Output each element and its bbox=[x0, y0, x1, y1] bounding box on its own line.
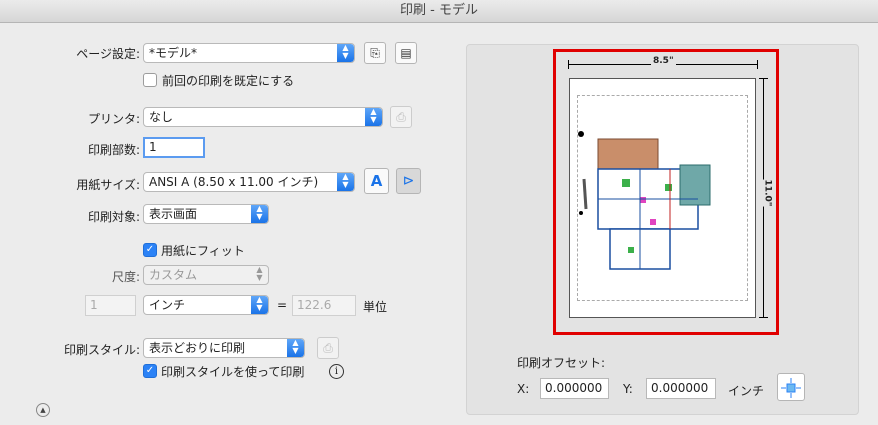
height-label: 11.0" bbox=[762, 179, 773, 207]
plot-style-edit-icon[interactable]: ⎙ bbox=[317, 337, 339, 359]
paper-preview bbox=[569, 78, 756, 318]
offset-y-label: Y: bbox=[623, 382, 633, 396]
chevron-updown-icon: ▲ ▼ bbox=[256, 265, 263, 282]
chevron-updown-icon: ▲ ▼ bbox=[337, 173, 354, 191]
page-setup-label: ページ設定: bbox=[76, 47, 140, 61]
preview-highlight: 8.5" 11.0" bbox=[553, 49, 779, 335]
offset-x-field[interactable]: 0.000000 bbox=[540, 378, 609, 399]
offset-x-label: X: bbox=[517, 382, 530, 396]
portrait-orientation-icon[interactable]: A bbox=[364, 168, 389, 194]
info-icon[interactable]: i bbox=[329, 364, 344, 379]
window-title: 印刷 - モデル bbox=[0, 0, 878, 23]
plot-style-label: 印刷スタイル: bbox=[63, 343, 140, 357]
import-page-setup-icon[interactable]: ⎘ bbox=[364, 42, 386, 64]
paper-size-select[interactable]: ANSI A (8.50 x 11.00 インチ) ▲ ▼ bbox=[143, 172, 355, 192]
chevron-updown-icon: ▲ ▼ bbox=[251, 296, 268, 314]
units-label: 単位 bbox=[363, 300, 388, 314]
offset-title: 印刷オフセット: bbox=[517, 356, 606, 370]
page-setup-select[interactable]: *モデル* ▲ ▼ bbox=[143, 43, 355, 63]
offset-y-field[interactable]: 0.000000 bbox=[646, 378, 716, 399]
center-plot-icon[interactable] bbox=[777, 373, 805, 401]
offset-unit-label: インチ bbox=[728, 384, 765, 398]
paper-size-label: 用紙サイズ: bbox=[76, 178, 140, 192]
use-previous-label: 前回の印刷を既定にする bbox=[162, 74, 295, 88]
width-label: 8.5" bbox=[651, 56, 676, 66]
scale-label: 尺度: bbox=[111, 270, 140, 284]
scale-drawing-units-field[interactable]: 122.6 bbox=[292, 295, 356, 316]
plot-style-value: 表示どおりに印刷 bbox=[149, 341, 246, 355]
drawing-preview bbox=[578, 131, 711, 270]
chevron-updown-icon: ▲ ▼ bbox=[287, 339, 304, 357]
fit-to-paper-label: 用紙にフィット bbox=[161, 244, 245, 258]
print-area-label: 印刷対象: bbox=[87, 210, 140, 224]
use-previous-checkbox[interactable] bbox=[143, 73, 157, 87]
copies-label: 印刷部数: bbox=[87, 143, 140, 157]
scale-paper-units-field[interactable]: 1 bbox=[85, 295, 136, 316]
use-plot-style-label: 印刷スタイルを使って印刷 bbox=[161, 365, 305, 379]
printer-select[interactable]: なし ▲ ▼ bbox=[143, 107, 383, 127]
printer-value: なし bbox=[149, 110, 174, 124]
printer-properties-icon[interactable]: ⎙ bbox=[390, 106, 412, 128]
scale-value: カスタム bbox=[149, 268, 198, 282]
use-plot-style-checkbox[interactable]: ✓ bbox=[143, 364, 157, 378]
collapse-icon[interactable]: ▲ bbox=[36, 403, 50, 417]
scale-unit-value: インチ bbox=[149, 298, 186, 312]
paper-size-value: ANSI A (8.50 x 11.00 インチ) bbox=[149, 175, 319, 189]
chevron-updown-icon: ▲ ▼ bbox=[251, 205, 268, 223]
landscape-orientation-icon[interactable]: ⊳ bbox=[396, 168, 421, 194]
page-setup-value: *モデル* bbox=[149, 46, 198, 60]
scale-unit-select[interactable]: インチ ▲ ▼ bbox=[143, 295, 269, 315]
plot-style-select[interactable]: 表示どおりに印刷 ▲ ▼ bbox=[143, 338, 305, 358]
scale-select[interactable]: カスタム ▲ ▼ bbox=[143, 265, 269, 285]
printer-label: プリンタ: bbox=[87, 112, 140, 126]
save-page-setup-icon[interactable]: ▤ bbox=[395, 42, 417, 64]
copies-field[interactable]: 1 bbox=[143, 137, 205, 158]
equals-sign: = bbox=[277, 298, 288, 312]
chevron-updown-icon: ▲ ▼ bbox=[365, 108, 382, 126]
chevron-updown-icon: ▲ ▼ bbox=[337, 44, 354, 62]
print-area-select[interactable]: 表示画面 ▲ ▼ bbox=[143, 204, 269, 224]
fit-to-paper-checkbox[interactable]: ✓ bbox=[143, 243, 157, 257]
print-area-value: 表示画面 bbox=[149, 207, 198, 221]
